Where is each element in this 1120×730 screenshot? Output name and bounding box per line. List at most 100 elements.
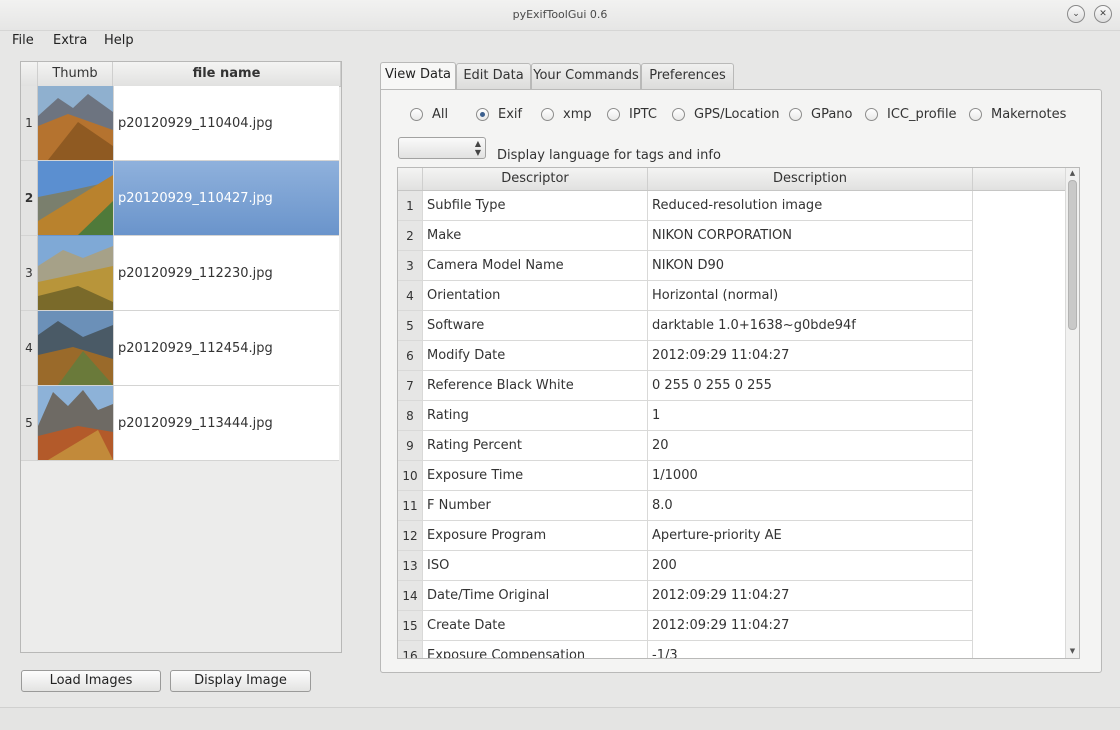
filename-column-header[interactable]: file name	[113, 62, 341, 86]
table-row[interactable]: 5 Software darktable 1.0+1638~g0bde94f	[398, 311, 973, 341]
descriptor-cell[interactable]: Subfile Type	[423, 191, 648, 221]
scroll-down-icon[interactable]: ▼	[1066, 646, 1079, 656]
description-column-header[interactable]: Description	[648, 168, 973, 190]
menu-help[interactable]: Help	[104, 33, 134, 48]
tab-your-commands[interactable]: Your Commands	[531, 63, 641, 89]
table-row[interactable]: 16 Exposure Compensation -1/3	[398, 641, 973, 658]
descriptor-cell[interactable]: Make	[423, 221, 648, 251]
radio-exif-button[interactable]	[476, 108, 489, 121]
tab-view-data[interactable]: View Data	[380, 62, 456, 90]
table-row[interactable]: 9 Rating Percent 20	[398, 431, 973, 461]
thumb-column-header[interactable]: Thumb	[38, 62, 113, 86]
tab-preferences[interactable]: Preferences	[641, 63, 734, 89]
table-row[interactable]: 15 Create Date 2012:09:29 11:04:27	[398, 611, 973, 641]
table-row[interactable]: 2 Make NIKON CORPORATION	[398, 221, 973, 251]
row-number: 3	[21, 236, 38, 311]
radio-gpano-button[interactable]	[789, 108, 802, 121]
exif-table[interactable]: Descriptor Description 1 Subfile Type Redu…	[397, 167, 1080, 659]
table-row[interactable]: 1 Subfile Type Reduced-resolution image	[398, 191, 973, 221]
spin-arrows-icon[interactable]: ▲ ▼	[475, 139, 481, 157]
table-row[interactable]: 6 Modify Date 2012:09:29 11:04:27	[398, 341, 973, 371]
description-cell[interactable]: NIKON CORPORATION	[648, 221, 973, 251]
table-row[interactable]: 13 ISO 200	[398, 551, 973, 581]
image-list-row[interactable]: 5 p20120929_113444.jpg	[21, 386, 341, 461]
descriptor-column-header[interactable]: Descriptor	[423, 168, 648, 190]
image-list-row[interactable]: 3 p20120929_112230.jpg	[21, 236, 341, 311]
display-image-button[interactable]: Display Image	[170, 670, 311, 692]
descriptor-cell[interactable]: Rating Percent	[423, 431, 648, 461]
descriptor-cell[interactable]: Reference Black White	[423, 371, 648, 401]
filename-cell[interactable]: p20120929_112454.jpg	[113, 311, 339, 386]
description-cell[interactable]: Reduced-resolution image	[648, 191, 973, 221]
thumbnail-image[interactable]	[38, 161, 113, 236]
filename-cell[interactable]: p20120929_110404.jpg	[113, 86, 339, 161]
radio-iptc-button[interactable]	[607, 108, 620, 121]
table-row[interactable]: 8 Rating 1	[398, 401, 973, 431]
load-images-button[interactable]: Load Images	[21, 670, 161, 692]
radio-makernotes-button[interactable]	[969, 108, 982, 121]
descriptor-cell[interactable]: Exposure Time	[423, 461, 648, 491]
description-cell[interactable]: 2012:09:29 11:04:27	[648, 341, 973, 371]
description-cell[interactable]: Horizontal (normal)	[648, 281, 973, 311]
description-cell[interactable]: 0 255 0 255 0 255	[648, 371, 973, 401]
description-cell[interactable]: 2012:09:29 11:04:27	[648, 581, 973, 611]
row-number: 2	[398, 221, 423, 251]
descriptor-cell[interactable]: F Number	[423, 491, 648, 521]
scroll-up-icon[interactable]: ▲	[1066, 168, 1079, 178]
scrollbar-handle[interactable]	[1068, 180, 1077, 330]
radio-makernotes-label: Makernotes	[991, 107, 1067, 122]
descriptor-cell[interactable]: Exposure Compensation	[423, 641, 648, 658]
description-cell[interactable]: 8.0	[648, 491, 973, 521]
menu-file[interactable]: File	[12, 33, 34, 48]
table-row[interactable]: 11 F Number 8.0	[398, 491, 973, 521]
descriptor-cell[interactable]: Create Date	[423, 611, 648, 641]
filename-cell[interactable]: p20120929_110427.jpg	[113, 161, 339, 236]
row-number: 13	[398, 551, 423, 581]
descriptor-cell[interactable]: Rating	[423, 401, 648, 431]
description-cell[interactable]: 1	[648, 401, 973, 431]
table-row[interactable]: 10 Exposure Time 1/1000	[398, 461, 973, 491]
radio-xmp-button[interactable]	[541, 108, 554, 121]
table-row[interactable]: 7 Reference Black White 0 255 0 255 0 255	[398, 371, 973, 401]
descriptor-cell[interactable]: Software	[423, 311, 648, 341]
table-row[interactable]: 14 Date/Time Original 2012:09:29 11:04:27	[398, 581, 973, 611]
radio-gps-button[interactable]	[672, 108, 685, 121]
description-cell[interactable]: 20	[648, 431, 973, 461]
thumbnail-image[interactable]	[38, 311, 113, 386]
table-row[interactable]: 3 Camera Model Name NIKON D90	[398, 251, 973, 281]
radio-icc-profile-button[interactable]	[865, 108, 878, 121]
language-select[interactable]: ▲ ▼	[398, 137, 486, 159]
image-list[interactable]: Thumb file name 1 p20120929_110404.jpg 2 p2…	[20, 61, 342, 653]
description-cell[interactable]: darktable 1.0+1638~g0bde94f	[648, 311, 973, 341]
description-cell[interactable]: 1/1000	[648, 461, 973, 491]
description-cell[interactable]: 2012:09:29 11:04:27	[648, 611, 973, 641]
thumbnail-image[interactable]	[38, 86, 113, 161]
row-number: 9	[398, 431, 423, 461]
image-list-row[interactable]: 4 p20120929_112454.jpg	[21, 311, 341, 386]
image-list-row[interactable]: 1 p20120929_110404.jpg	[21, 86, 341, 161]
description-cell[interactable]: 200	[648, 551, 973, 581]
table-row[interactable]: 4 Orientation Horizontal (normal)	[398, 281, 973, 311]
image-list-row[interactable]: 2 p20120929_110427.jpg	[21, 161, 341, 236]
filename-cell[interactable]: p20120929_112230.jpg	[113, 236, 339, 311]
row-number: 10	[398, 461, 423, 491]
description-cell[interactable]: Aperture-priority AE	[648, 521, 973, 551]
close-icon[interactable]: ✕	[1094, 5, 1112, 23]
tab-edit-data[interactable]: Edit Data	[456, 63, 531, 89]
descriptor-cell[interactable]: Date/Time Original	[423, 581, 648, 611]
thumbnail-image[interactable]	[38, 236, 113, 311]
filename-cell[interactable]: p20120929_113444.jpg	[113, 386, 339, 461]
minimize-icon[interactable]: ⌄	[1067, 5, 1085, 23]
menu-extra[interactable]: Extra	[53, 33, 87, 48]
descriptor-cell[interactable]: Orientation	[423, 281, 648, 311]
description-cell[interactable]: -1/3	[648, 641, 973, 658]
radio-all-button[interactable]	[410, 108, 423, 121]
table-row[interactable]: 12 Exposure Program Aperture-priority AE	[398, 521, 973, 551]
description-cell[interactable]: NIKON D90	[648, 251, 973, 281]
descriptor-cell[interactable]: Exposure Program	[423, 521, 648, 551]
descriptor-cell[interactable]: ISO	[423, 551, 648, 581]
table-scrollbar[interactable]: ▲ ▼	[1065, 168, 1079, 658]
thumbnail-image[interactable]	[38, 386, 113, 461]
descriptor-cell[interactable]: Camera Model Name	[423, 251, 648, 281]
descriptor-cell[interactable]: Modify Date	[423, 341, 648, 371]
